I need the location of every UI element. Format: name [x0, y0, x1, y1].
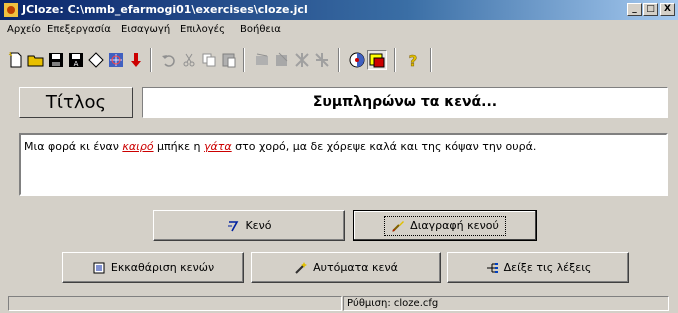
tool-disabled-1-icon[interactable] — [253, 51, 271, 69]
svg-text:A: A — [74, 60, 79, 68]
delete-gap-button[interactable]: Διαγραφή κενού — [353, 210, 537, 241]
toolbar-separator — [430, 48, 432, 72]
tree-list-icon — [486, 262, 498, 273]
gap-word-1: καιρό — [122, 140, 154, 153]
open-folder-icon[interactable] — [27, 51, 45, 69]
title-label: Τίτλος — [19, 87, 133, 118]
menu-help[interactable]: Βοήθεια — [240, 24, 281, 35]
eraser-icon[interactable] — [87, 51, 105, 69]
down-arrow-icon[interactable] — [127, 51, 145, 69]
brush-icon — [392, 220, 405, 232]
menu-edit[interactable]: Επεξεργασία — [47, 24, 111, 35]
status-bar: Ρύθμιση: cloze.cfg — [0, 294, 678, 313]
window-title: JCloze: C:\mmb_efarmogi01\exercises\cloz… — [22, 3, 308, 16]
delete-gap-button-label: Διαγραφή κενού — [410, 219, 499, 232]
clear-list-icon — [93, 262, 105, 273]
tool-disabled-4-icon[interactable] — [313, 51, 331, 69]
save-as-icon[interactable]: A — [67, 51, 85, 69]
toolbar-separator — [394, 48, 396, 72]
auto-gaps-button-label: Αυτόματα κενά — [313, 261, 398, 274]
text-before: Μια φορά κι έναν — [24, 140, 123, 153]
svg-text:?: ? — [409, 52, 418, 69]
clear-gaps-button-label: Εκκαθάριση κενών — [110, 261, 215, 274]
show-words-button[interactable]: Δείξε τις λέξεις — [447, 252, 629, 283]
show-words-button-label: Δείξε τις λέξεις — [503, 261, 592, 274]
undo-icon[interactable] — [160, 51, 178, 69]
minimize-button[interactable]: _ — [627, 3, 642, 16]
menu-bar: Αρχείο Επεξεργασία Εισαγωγή Επιλογές Βοή… — [0, 21, 678, 39]
toolbar-separator — [243, 48, 245, 72]
text-middle: μπήκε η — [153, 140, 205, 153]
new-file-icon[interactable] — [7, 51, 25, 69]
menu-file[interactable]: Αρχείο — [7, 24, 41, 35]
close-button[interactable]: X — [660, 3, 675, 16]
gap-word-2: γάτα — [204, 140, 232, 153]
title-input[interactable]: Συμπληρώνω τα κενά... — [142, 87, 668, 118]
auto-gaps-button[interactable]: Αυτόματα κενά — [251, 252, 441, 283]
tool-disabled-2-icon[interactable] — [273, 51, 291, 69]
view-icon[interactable] — [367, 50, 387, 70]
status-pane-left — [8, 296, 342, 311]
toolbar: A ? — [0, 43, 678, 77]
magic-wand-icon — [295, 261, 308, 274]
paste-icon[interactable] — [220, 51, 238, 69]
menu-insert[interactable]: Εισαγωγή — [121, 24, 170, 35]
exercise-text-area[interactable]: Μια φορά κι έναν καιρό μπήκε η γάτα στο … — [19, 133, 668, 196]
maximize-button[interactable]: □ — [643, 3, 658, 16]
clear-gaps-button[interactable]: Εκκαθάριση κενών — [62, 252, 244, 283]
focus-ring: Διαγραφή κενού — [384, 215, 506, 236]
config-icon[interactable] — [348, 51, 366, 69]
copy-icon[interactable] — [200, 51, 218, 69]
gap-icon — [228, 220, 239, 231]
app-icon — [4, 3, 18, 17]
status-config: Ρύθμιση: cloze.cfg — [343, 296, 669, 311]
title-bar[interactable]: JCloze: C:\mmb_efarmogi01\exercises\cloz… — [0, 0, 678, 20]
gap-button[interactable]: Κενό — [153, 210, 345, 241]
text-after: στο χορό, μα δε χόρεψε καλά και της κόψα… — [231, 140, 537, 153]
toolbar-separator — [150, 48, 152, 72]
menu-options[interactable]: Επιλογές — [180, 24, 225, 35]
tool-disabled-3-icon[interactable] — [293, 51, 311, 69]
web-export-icon[interactable] — [107, 51, 125, 69]
help-icon[interactable]: ? — [404, 51, 422, 69]
save-icon[interactable] — [47, 51, 65, 69]
gap-button-label: Κενό — [245, 219, 272, 232]
toolbar-separator — [338, 48, 340, 72]
cut-icon[interactable] — [180, 51, 198, 69]
